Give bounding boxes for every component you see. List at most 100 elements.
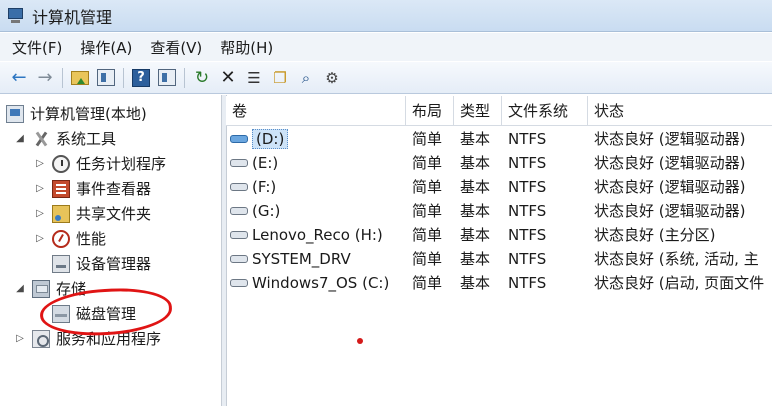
expand-arrow-icon[interactable]: ▷ [34,183,46,194]
volume-icon [230,206,248,215]
tree-item-label: 计算机管理(本地) [30,105,147,123]
menu-action[interactable]: 操作(A) [80,37,132,58]
volume-name: SYSTEM_DRV [252,250,351,268]
back-arrow-icon[interactable]: ← [8,67,30,89]
device-manager-icon [52,254,70,273]
settings-icon[interactable]: ⚙ [321,67,343,89]
status-cell: 状态良好 (逻辑驱动器) [594,178,746,196]
table-row[interactable]: Windows7_OS (C:) 简单 基本 NTFS 状态良好 (启动, 页面… [226,271,772,295]
table-row[interactable]: (F:) 简单 基本 NTFS 状态良好 (逻辑驱动器) [226,175,772,199]
tree-item-root[interactable]: 计算机管理(本地) [6,101,147,126]
services-icon [32,329,50,348]
event-log-icon [52,179,70,198]
help-icon[interactable]: ? [130,67,152,89]
search-icon[interactable]: ⌕ [295,67,317,89]
column-header-layout[interactable]: 布局 [406,96,454,126]
column-header-volume[interactable]: 卷 [226,96,406,126]
refresh-icon[interactable]: ↻ [191,67,213,89]
tree-item-device-manager[interactable]: 设备管理器 [52,251,151,276]
status-cell: 状态良好 (启动, 页面文件 [594,274,765,292]
type-cell: 基本 [460,274,491,292]
column-header-filesystem[interactable]: 文件系统 [502,96,588,126]
show-hide-action-pane-icon[interactable] [156,67,178,89]
menu-view[interactable]: 查看(V) [150,37,202,58]
table-header: 卷 布局 类型 文件系统 状态 [226,96,772,126]
red-dot-marker [357,338,363,344]
up-folder-icon[interactable] [69,67,91,89]
type-cell: 基本 [460,250,491,268]
menu-file[interactable]: 文件(F) [12,37,62,58]
layout-cell: 简单 [412,274,443,292]
collapse-arrow-icon[interactable]: ◢ [14,133,26,144]
tree-item-performance[interactable]: ▷ 性能 [34,226,106,251]
volume-icon [230,158,248,167]
layout-cell: 简单 [412,130,443,148]
tree-item-label: 共享文件夹 [76,205,152,223]
type-cell: 基本 [460,226,491,244]
filesystem-cell: NTFS [508,130,547,148]
column-header-status[interactable]: 状态 [588,96,772,126]
volume-icon [230,278,248,287]
filesystem-cell: NTFS [508,202,547,220]
type-cell: 基本 [460,202,491,220]
filesystem-cell: NTFS [508,178,547,196]
volume-cell: Windows7_OS (C:) [226,271,406,295]
volume-name: (D:) [252,129,289,149]
volume-name: (E:) [252,154,279,172]
table-row[interactable]: Lenovo_Reco (H:) 简单 基本 NTFS 状态良好 (主分区) [226,223,772,247]
layout-cell: 简单 [412,202,443,220]
volume-icon [230,182,248,191]
delete-icon[interactable]: ✕ [217,67,239,89]
volume-cell: (G:) [226,199,406,223]
status-cell: 状态良好 (逻辑驱动器) [594,154,746,172]
show-hide-tree-icon[interactable] [95,67,117,89]
forward-arrow-icon[interactable]: → [34,67,56,89]
expand-arrow-icon[interactable]: ▷ [34,208,46,219]
type-cell: 基本 [460,154,491,172]
tree-item-shared-folders[interactable]: ▷ 共享文件夹 [34,201,151,226]
toolbar-separator [123,67,124,88]
toolbar: ← → ? ↻ ✕ ☰ ❐ ⌕ ⚙ [0,62,772,94]
filesystem-cell: NTFS [508,274,547,292]
volume-cell: Lenovo_Reco (H:) [226,223,406,247]
table-row[interactable]: (D:) 简单 基本 NTFS 状态良好 (逻辑驱动器) [226,127,772,151]
volume-cell: SYSTEM_DRV [226,247,406,271]
status-cell: 状态良好 (逻辑驱动器) [594,202,746,220]
tree-item-label: 性能 [76,230,107,248]
volume-cell: (F:) [226,175,406,199]
collapse-arrow-icon[interactable]: ◢ [14,283,26,294]
computer-management-icon [6,7,26,25]
toolbar-separator [184,67,185,88]
expand-arrow-icon[interactable]: ▷ [34,158,46,169]
layout-cell: 简单 [412,226,443,244]
column-header-type[interactable]: 类型 [454,96,502,126]
table-row[interactable]: (G:) 简单 基本 NTFS 状态良好 (逻辑驱动器) [226,199,772,223]
filesystem-cell: NTFS [508,226,547,244]
tree-item-system-tools[interactable]: ◢ 系统工具 [14,126,116,151]
table-row[interactable]: (E:) 简单 基本 NTFS 状态良好 (逻辑驱动器) [226,151,772,175]
tree-item-label: 事件查看器 [76,180,152,198]
filesystem-cell: NTFS [508,250,547,268]
shared-folder-icon [52,204,70,223]
status-cell: 状态良好 (逻辑驱动器) [594,130,746,148]
expand-arrow-icon[interactable]: ▷ [14,333,26,344]
layout-cell: 简单 [412,178,443,196]
properties-icon[interactable]: ☰ [243,67,265,89]
table-row[interactable]: SYSTEM_DRV 简单 基本 NTFS 状态良好 (系统, 活动, 主 [226,247,772,271]
menu-help[interactable]: 帮助(H) [220,37,273,58]
volume-cell: (D:) [226,127,406,151]
volume-icon [230,230,248,239]
tree-item-event-viewer[interactable]: ▷ 事件查看器 [34,176,151,201]
tree-item-label: 设备管理器 [76,255,152,273]
volume-icon [230,134,248,143]
filesystem-cell: NTFS [508,154,547,172]
layout-cell: 简单 [412,250,443,268]
volume-name: (G:) [252,202,281,220]
open-folder-icon[interactable]: ❐ [269,67,291,89]
type-cell: 基本 [460,178,491,196]
menu-bar: 文件(F) 操作(A) 查看(V) 帮助(H) [0,33,772,61]
tree-item-task-scheduler[interactable]: ▷ 任务计划程序 [34,151,166,176]
toolbar-separator [62,67,63,88]
type-cell: 基本 [460,130,491,148]
expand-arrow-icon[interactable]: ▷ [34,233,46,244]
